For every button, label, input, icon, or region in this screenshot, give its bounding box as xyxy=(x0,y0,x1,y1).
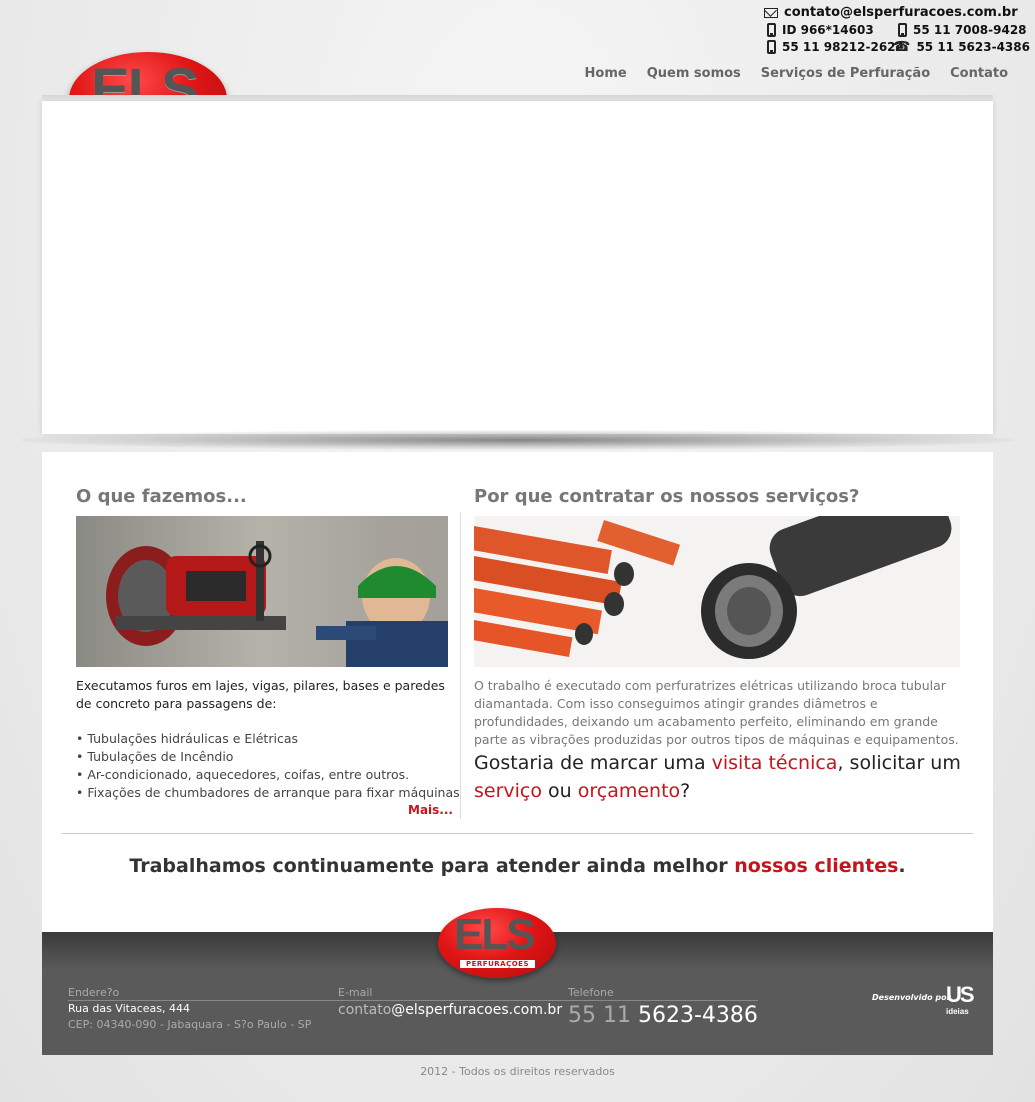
list-item: • Ar-condicionado, aquecedores, coifas, … xyxy=(76,767,410,782)
cta-text: ou xyxy=(542,780,578,802)
footer-email[interactable]: contato@elsperfuracoes.com.br xyxy=(338,1002,562,1018)
footer-phone-prefix: 55 11 xyxy=(568,1003,638,1028)
footer-email-user: contato xyxy=(338,1002,392,1018)
drilling-worker-photo xyxy=(76,516,448,667)
header-email[interactable]: contato@elsperfuracoes.com.br xyxy=(764,5,1018,20)
footer-logo-sub-text: PERFURAÇÕES xyxy=(460,960,535,968)
header-email-text[interactable]: contato@elsperfuracoes.com.br xyxy=(784,5,1018,20)
section-title-o-que-fazemos: O que fazemos... xyxy=(76,486,247,507)
footer-phone: 55 11 5623-4386 xyxy=(568,1003,758,1028)
footer-divider xyxy=(68,1000,338,1001)
footer-email-label: E-mail xyxy=(338,986,373,999)
services-list: • Tubulações hidráulicas e Elétricas • T… xyxy=(76,730,460,802)
footer-phone-number: 5623-4386 xyxy=(637,1003,758,1028)
header-phone1: 55 11 7008-9428 xyxy=(898,23,1027,37)
cta-text: , solicitar um xyxy=(837,752,961,774)
us-logo-sub: ideias xyxy=(946,1007,969,1016)
mobile-phone-icon xyxy=(898,23,907,37)
servico-link[interactable]: serviço xyxy=(474,780,542,802)
cta-text: ? xyxy=(680,780,691,802)
section-title-por-que: Por que contratar os nossos serviços? xyxy=(474,486,860,507)
header-phone2-text: 55 11 98212-2622 xyxy=(782,40,904,54)
call-to-action: Gostaria de marcar uma visita técnica, s… xyxy=(474,749,964,805)
header-phone1-text: 55 11 7008-9428 xyxy=(913,23,1027,37)
footer-address-line2: CEP: 04340-090 - Jabaquara - S?o Paulo -… xyxy=(68,1018,312,1031)
tagline-end: . xyxy=(898,855,906,877)
header-phone2: 55 11 98212-2622 xyxy=(767,40,904,54)
mobile-phone-icon xyxy=(767,23,776,37)
nav-quem-somos[interactable]: Quem somos xyxy=(647,66,741,81)
footer-divider xyxy=(568,1000,758,1001)
tagline-text: Trabalhamos continuamente para atender a… xyxy=(129,855,735,877)
nav-servicos[interactable]: Serviços de Perfuração xyxy=(761,66,930,81)
footer-email-domain: @elsperfuracoes.com.br xyxy=(391,1002,563,1018)
footer-phone-label: Telefone xyxy=(568,986,614,999)
footer-address-label: Endere?o xyxy=(68,986,120,999)
header-id: ID 966*14603 xyxy=(767,23,874,37)
visita-tecnica-link[interactable]: visita técnica xyxy=(712,752,838,774)
footer-logo-main-text: ELS xyxy=(454,910,536,959)
hero-banner xyxy=(42,101,993,434)
tagline: Trabalhamos continuamente para atender a… xyxy=(0,855,1035,877)
more-link[interactable]: Mais... xyxy=(408,803,453,817)
us-ideias-logo[interactable]: US ideias xyxy=(946,982,975,1021)
header-id-text: ID 966*14603 xyxy=(782,23,874,37)
developed-by-label: Desenvolvido por xyxy=(872,993,951,1002)
header-phone3: ☎ 55 11 5623-4386 xyxy=(893,40,1030,54)
nav-home[interactable]: Home xyxy=(585,66,627,81)
copyright: 2012 - Todos os direitos reservados xyxy=(420,1065,615,1078)
tagline-highlight: nossos clientes xyxy=(734,855,899,877)
orcamento-link[interactable]: orçamento xyxy=(578,780,680,802)
header-phone3-text: 55 11 5623-4386 xyxy=(916,40,1030,54)
cta-text: Gostaria de marcar uma xyxy=(474,752,712,774)
hero-shadow xyxy=(20,430,1015,450)
column-divider xyxy=(460,512,461,819)
list-item: • Tubulações hidráulicas e Elétricas xyxy=(76,731,298,746)
nav-contato[interactable]: Contato xyxy=(950,66,1008,81)
diamond-drill-bits-photo xyxy=(474,516,960,667)
section-divider xyxy=(62,833,973,834)
envelope-icon xyxy=(764,7,778,18)
footer-address-line1: Rua das Vitaceas, 444 xyxy=(68,1002,190,1015)
mobile-phone-icon xyxy=(767,40,776,54)
footer-els-logo[interactable]: ELS PERFURAÇÕES xyxy=(438,908,556,978)
main-nav: Home Quem somos Serviços de Perfuração C… xyxy=(585,66,1008,81)
telephone-icon: ☎ xyxy=(893,39,911,55)
footer-divider xyxy=(338,1000,568,1001)
us-logo-main: US xyxy=(946,982,975,1007)
left-intro-text: Executamos furos em lajes, vigas, pilare… xyxy=(76,678,445,711)
list-item: • Fixações de chumbadores de arranque pa… xyxy=(76,785,460,800)
list-item: • Tubulações de Incêndio xyxy=(76,749,234,764)
right-body-text: O trabalho é executado com perfuratrizes… xyxy=(474,678,959,747)
